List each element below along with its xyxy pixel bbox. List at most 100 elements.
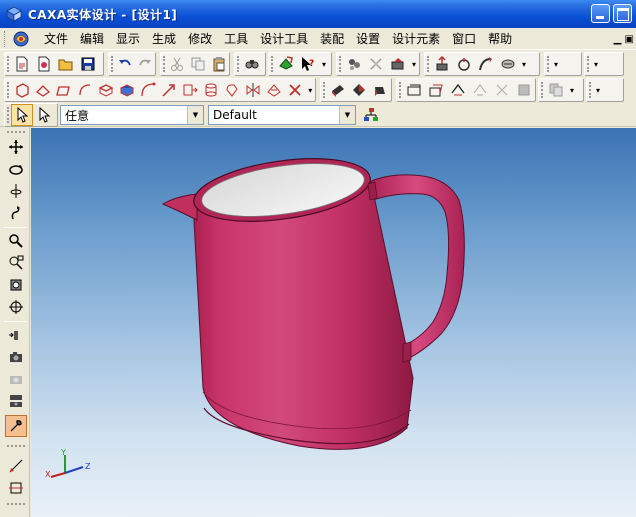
shell-icon[interactable]	[469, 79, 491, 101]
menu-design-tools[interactable]: 设计工具	[254, 30, 314, 47]
toolbar-grip[interactable]	[7, 445, 25, 447]
toolbar-chevron-icon[interactable]: ▾	[567, 79, 577, 101]
light-icon[interactable]	[327, 79, 348, 101]
copy-icon[interactable]	[188, 53, 209, 75]
sketch-plane-icon[interactable]	[5, 477, 27, 499]
menu-tools[interactable]: 工具	[218, 30, 254, 47]
box-view-icon[interactable]	[11, 79, 32, 101]
paint-icon[interactable]	[387, 53, 409, 75]
menu-grip[interactable]	[4, 31, 7, 47]
menu-file[interactable]: 文件	[38, 30, 74, 47]
toolbar-chevron-icon[interactable]: ▾	[305, 79, 315, 101]
sweep-icon[interactable]	[475, 53, 497, 75]
toolbar-chevron-icon[interactable]: ▾	[591, 53, 601, 75]
section-icon[interactable]	[403, 79, 425, 101]
select-part-icon[interactable]	[33, 104, 55, 126]
style-select[interactable]: Default ▼	[208, 105, 356, 125]
shading-icon[interactable]	[348, 79, 369, 101]
mirror-icon[interactable]	[242, 79, 263, 101]
pitcher-model[interactable]	[31, 128, 636, 517]
doc-minimize-icon[interactable]: ▁ ▣	[614, 34, 634, 45]
toolbar-chevron-icon[interactable]: ▾	[409, 53, 419, 75]
orbit-icon[interactable]	[5, 158, 27, 180]
move-icon[interactable]	[5, 136, 27, 158]
menu-assembly[interactable]: 装配	[314, 30, 350, 47]
solid-fill-icon[interactable]	[116, 79, 137, 101]
pan-icon[interactable]	[5, 202, 27, 224]
view-fit-icon[interactable]	[5, 274, 27, 296]
cut-plane-icon[interactable]	[179, 79, 200, 101]
menu-modify[interactable]: 修改	[182, 30, 218, 47]
measure-icon[interactable]	[5, 455, 27, 477]
menu-design-elements[interactable]: 设计元素	[386, 30, 446, 47]
blend-icon[interactable]	[491, 79, 513, 101]
menu-view[interactable]: 显示	[110, 30, 146, 47]
drop-icon[interactable]	[447, 79, 469, 101]
minimize-button[interactable]	[591, 4, 610, 23]
window-title: CAXA实体设计 - [设计1]	[28, 7, 178, 22]
extra-toolbar-3: ▾	[586, 78, 624, 102]
new-doc-icon[interactable]	[11, 53, 33, 75]
revolve-icon[interactable]	[453, 53, 475, 75]
chevron-down-icon[interactable]: ▼	[339, 106, 355, 124]
walk-icon[interactable]	[5, 324, 27, 346]
menu-generate[interactable]: 生成	[146, 30, 182, 47]
material-icon[interactable]	[365, 53, 387, 75]
sketch-icon[interactable]	[32, 79, 53, 101]
zoom-window-icon[interactable]	[5, 252, 27, 274]
render-icon[interactable]	[343, 53, 365, 75]
rotate-part-icon[interactable]	[221, 79, 242, 101]
edge-icon[interactable]	[74, 79, 95, 101]
loft-icon[interactable]	[497, 53, 519, 75]
undo-icon[interactable]	[115, 53, 135, 75]
toolbar-chevron-icon[interactable]: ▾	[593, 79, 603, 101]
curve-icon[interactable]	[137, 79, 158, 101]
arrow-icon[interactable]	[158, 79, 179, 101]
face-icon[interactable]	[53, 79, 74, 101]
delete-icon[interactable]	[284, 79, 305, 101]
new-design-icon[interactable]	[33, 53, 55, 75]
toolbar-chevron-icon[interactable]: ▾	[519, 53, 529, 75]
paste-icon[interactable]	[208, 53, 229, 75]
document-icon[interactable]	[12, 30, 30, 48]
menu-settings[interactable]: 设置	[350, 30, 386, 47]
caxa-app-icon[interactable]	[6, 6, 22, 22]
maximize-button[interactable]	[613, 4, 632, 23]
open-icon[interactable]	[55, 53, 77, 75]
design-viewport[interactable]: Y X Z	[31, 128, 636, 517]
find-icon[interactable]	[241, 53, 263, 75]
help-pointer-icon[interactable]: ?	[297, 53, 319, 75]
solid-icon[interactable]	[95, 79, 116, 101]
hierarchy-icon[interactable]	[360, 104, 382, 126]
cut-icon[interactable]	[167, 53, 188, 75]
chamfer-icon[interactable]	[513, 79, 535, 101]
chevron-down-icon[interactable]: ▼	[187, 106, 203, 124]
separator	[4, 227, 26, 228]
extrude-icon[interactable]	[431, 53, 453, 75]
toolbar-grip[interactable]	[7, 131, 25, 133]
camera-icon[interactable]	[5, 346, 27, 368]
copy-body-icon[interactable]	[545, 79, 567, 101]
redo-icon[interactable]	[135, 53, 155, 75]
toolbar-chevron-icon[interactable]: ▾	[551, 53, 561, 75]
trim-icon[interactable]	[263, 79, 284, 101]
selection-filter-select[interactable]: 任意 ▼	[60, 105, 204, 125]
zoom-icon[interactable]	[5, 230, 27, 252]
menu-edit[interactable]: 编辑	[74, 30, 110, 47]
selection-bar: 任意 ▼ Default ▼	[0, 103, 636, 127]
save-icon[interactable]	[77, 53, 99, 75]
toolbar-chevron-icon[interactable]: ▾	[319, 53, 329, 75]
select-arrow-icon[interactable]	[11, 104, 33, 126]
toolbar-grip[interactable]	[7, 503, 25, 505]
cylinder-icon[interactable]	[200, 79, 221, 101]
pattern-icon[interactable]	[425, 79, 447, 101]
menu-window[interactable]: 窗口	[446, 30, 482, 47]
menu-help[interactable]: 帮助	[482, 30, 518, 47]
camera-set-icon[interactable]	[5, 390, 27, 412]
target-icon[interactable]	[5, 296, 27, 318]
spin-icon[interactable]	[5, 180, 27, 202]
wrench-icon[interactable]	[5, 415, 27, 437]
wireframe-icon[interactable]	[370, 79, 391, 101]
camera-alt-icon[interactable]	[5, 368, 27, 390]
send-icon[interactable]	[275, 53, 297, 75]
